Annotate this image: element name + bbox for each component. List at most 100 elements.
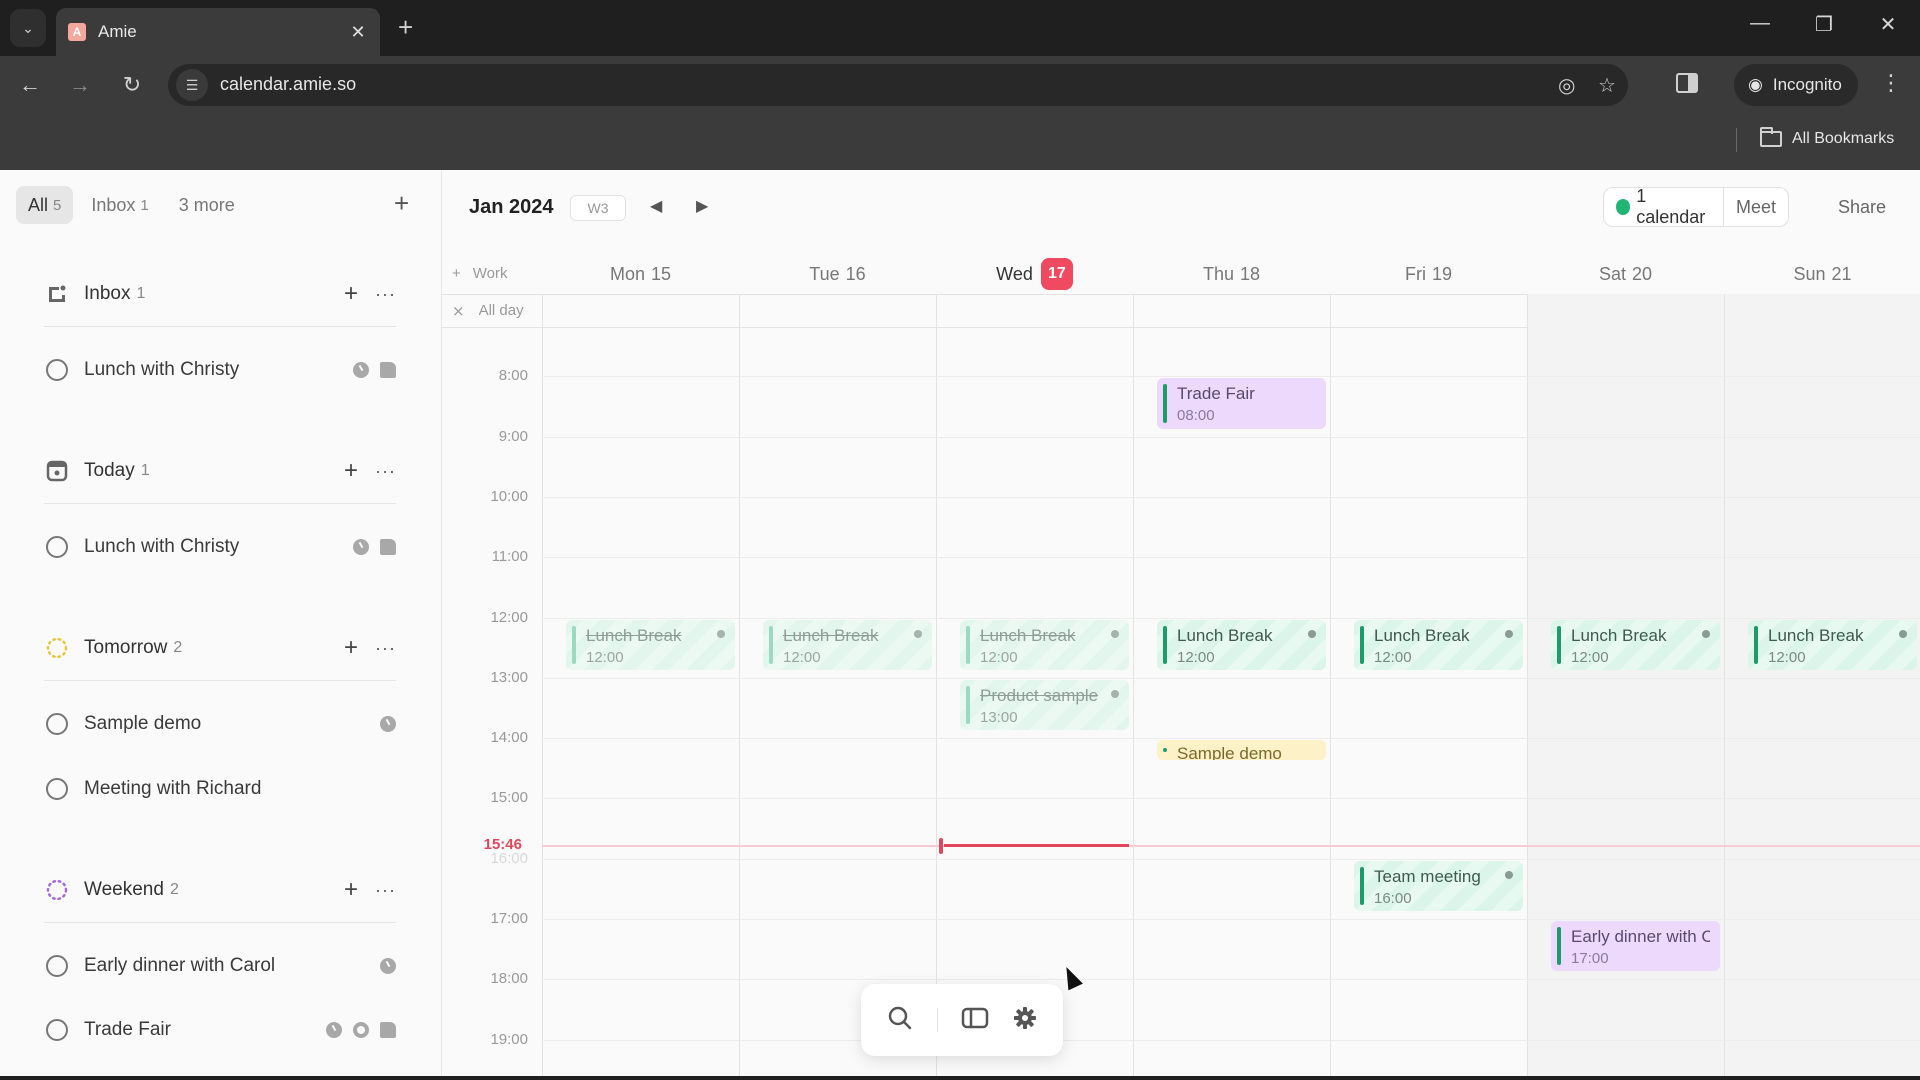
day-header-sun[interactable]: Sun 21 [1724,254,1920,294]
day-header-thu[interactable]: Thu 18 [1133,254,1330,294]
time-grid[interactable]: 7:008:009:0010:0011:0012:0013:0014:0015:… [442,328,1920,1076]
calendar-event[interactable]: Trade Fair 08:00 [1157,378,1326,429]
restore-icon[interactable]: ❐ [1804,12,1844,37]
all-day-cell[interactable] [1527,294,1724,328]
minimize-icon[interactable]: — [1740,12,1780,35]
task-checkbox[interactable] [46,955,68,977]
more-options-icon[interactable]: ··· [375,461,396,482]
filter-tab-more[interactable]: 3 more [167,186,247,224]
clock-icon [380,716,396,732]
more-options-icon[interactable]: ··· [375,880,396,901]
eye-off-icon[interactable]: ◎ [1558,73,1575,98]
day-header-wed[interactable]: Wed 17 [936,254,1133,294]
filter-label: Inbox [91,194,136,215]
task-title: Trade Fair [84,1019,171,1040]
calendar-event[interactable]: Product sample 13:00 [960,679,1129,731]
group-inbox[interactable]: Inbox 1 + ··· [46,274,396,314]
calendar-event[interactable]: Lunch Break 12:00 [763,619,932,670]
search-icon[interactable] [887,1005,913,1036]
hour-label: 9:00 [498,427,528,445]
all-day-cell[interactable] [1724,294,1920,328]
close-tab-icon[interactable]: ✕ [348,22,368,43]
task-checkbox[interactable] [46,778,68,800]
site-info-icon[interactable]: ☰ [176,69,208,101]
meet-button[interactable]: Meet [1724,197,1788,218]
all-day-toggle[interactable]: ⨯ All day [452,302,524,320]
add-task-button[interactable]: + [344,457,358,485]
new-tab-button[interactable]: + [398,14,413,40]
group-tomorrow[interactable]: Tomorrow 2 + ··· [46,628,396,668]
task-item[interactable]: Early dinner with Carol [46,946,396,986]
all-day-cell[interactable] [936,294,1133,328]
filter-tab-inbox[interactable]: Inbox 1 [79,186,160,224]
event-time: 16:00 [1374,889,1412,907]
task-checkbox[interactable] [46,1019,68,1041]
day-column[interactable] [739,328,936,1076]
group-today[interactable]: Today 1 + ··· [46,451,396,491]
add-task-button[interactable]: + [344,876,358,904]
group-divider [44,922,396,923]
day-header-tue[interactable]: Tue 16 [739,254,936,294]
incognito-badge[interactable]: ◉ Incognito [1734,64,1858,106]
task-checkbox[interactable] [46,359,68,381]
url-text[interactable]: calendar.amie.so [220,74,356,95]
task-item[interactable]: Meeting with Richard [46,769,396,809]
calendar-event[interactable]: Lunch Break 12:00 [960,619,1129,670]
toggle-sidebar-icon[interactable] [961,1007,989,1034]
add-task-button[interactable]: + [344,280,358,308]
task-item[interactable]: Lunch with Christy [46,350,396,390]
task-title: Early dinner with Carol [84,955,276,976]
day-header-fri[interactable]: Fri 19 [1330,254,1527,294]
all-day-cell[interactable] [739,294,936,328]
all-bookmarks-button[interactable]: All Bookmarks [1760,127,1894,148]
address-bar[interactable]: ☰ calendar.amie.so ◎ ☆ [168,64,1628,106]
all-day-cell[interactable] [1330,294,1527,328]
forward-arrow-icon[interactable]: → [66,72,94,98]
day-column[interactable] [1330,328,1527,1076]
calendar-event[interactable]: Lunch Break 12:00 [1551,619,1720,670]
group-weekend[interactable]: Weekend 2 + ··· [46,870,396,910]
add-task-button[interactable]: + [344,634,358,662]
calendar-event[interactable]: Lunch Break 12:00 [1748,619,1917,670]
day-header-mon[interactable]: Mon 15 [542,254,739,294]
calendars-button[interactable]: 1 calendar [1604,186,1724,227]
calendar-event[interactable]: Lunch Break 12:00 [1354,619,1523,670]
day-column[interactable] [1724,328,1920,1076]
reload-icon[interactable]: ↻ [118,72,146,98]
more-options-icon[interactable]: ··· [375,284,396,305]
task-item[interactable]: Sample demo [46,704,396,744]
close-window-icon[interactable]: ✕ [1868,12,1908,37]
week-number-badge[interactable]: W3 [570,195,626,221]
star-bookmark-icon[interactable]: ☆ [1598,73,1616,98]
all-day-cell[interactable] [542,294,739,328]
day-header-sat[interactable]: Sat 20 [1527,254,1724,294]
tab-search-button[interactable]: ⌄ [10,9,46,47]
share-button[interactable]: Share [1838,197,1886,218]
browser-tab[interactable]: A Amie ✕ [56,8,380,56]
filter-tab-all[interactable]: All 5 [16,186,74,224]
task-item[interactable]: Trade Fair [46,1010,396,1050]
work-calendar-toggle[interactable]: + Work [452,265,508,282]
settings-gear-icon[interactable] [1013,1006,1037,1035]
hour-label: 15:00 [490,789,528,807]
task-item[interactable]: Lunch with Christy [46,527,396,567]
calendar-event[interactable]: Lunch Break 12:00 [566,619,735,670]
today-date-badge: 17 [1040,258,1073,290]
more-options-icon[interactable]: ··· [375,638,396,659]
calendar-event[interactable]: Early dinner with Carol 17:00 [1551,921,1720,972]
day-column[interactable] [542,328,739,1076]
calendar-event[interactable]: Lunch Break 12:00 [1157,619,1326,670]
task-checkbox[interactable] [46,536,68,558]
add-list-button[interactable]: + [394,190,409,216]
calendar-event[interactable]: Sample demo [1157,740,1326,761]
back-arrow-icon[interactable]: ← [16,72,44,98]
task-checkbox[interactable] [46,713,68,735]
calendar-event[interactable]: Team meeting 16:00 [1354,860,1523,911]
next-week-icon[interactable]: ▶ [696,196,708,216]
browser-menu-icon[interactable]: ⋮ [1880,70,1902,96]
side-panel-icon[interactable] [1676,73,1698,93]
all-day-cell[interactable] [1133,294,1330,328]
previous-week-icon[interactable]: ◀ [650,196,662,216]
day-column[interactable] [1133,328,1330,1076]
clock-icon [380,958,396,974]
